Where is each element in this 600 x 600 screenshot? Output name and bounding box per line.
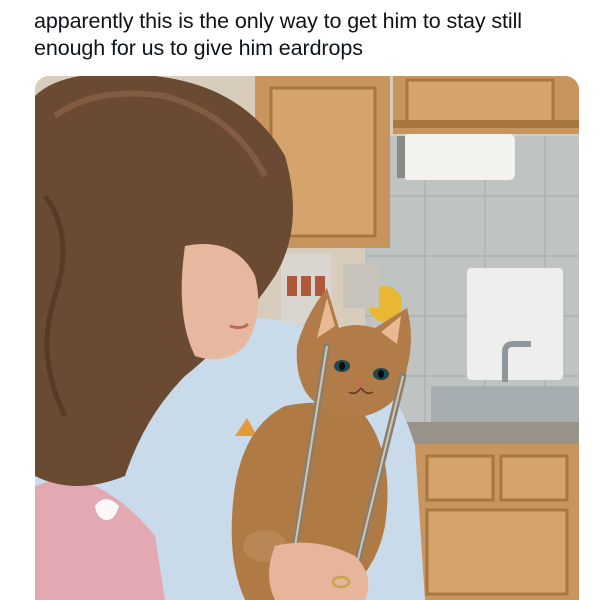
paper-towel-roll [403, 134, 515, 180]
post-photo[interactable] [35, 76, 579, 600]
sink [431, 386, 579, 422]
post-caption: apparently this is the only way to get h… [34, 9, 522, 60]
photo-illustration [35, 76, 579, 600]
post-card: apparently this is the only way to get h… [0, 0, 600, 600]
cutting-board [467, 268, 563, 380]
